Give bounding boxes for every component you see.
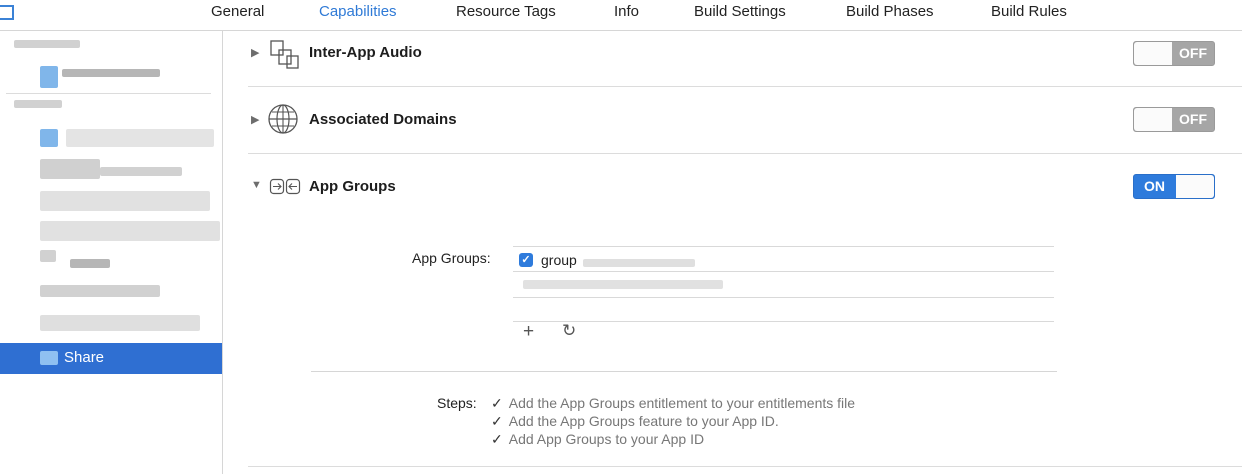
step-text: Add App Groups to your App ID	[508, 431, 705, 447]
list-border	[513, 246, 1054, 247]
tab-bar: General Capabilities Resource Tags Info …	[0, 0, 1242, 31]
capability-title: Associated Domains	[309, 111, 457, 128]
capabilities-pane: ▶ Inter-App Audio OFF ▶ Associated Domai…	[223, 31, 1242, 474]
list-row-divider	[513, 271, 1054, 272]
tab-capabilities[interactable]: Capabilities	[319, 3, 397, 20]
capability-title: Inter-App Audio	[309, 44, 422, 61]
app-groups-icon	[269, 178, 301, 195]
checkmark-icon: ✓	[491, 413, 503, 429]
tab-build-phases[interactable]: Build Phases	[846, 3, 934, 20]
steps-label: Steps:	[437, 395, 477, 411]
list-bottom-border	[513, 321, 1054, 322]
refresh-icon[interactable]: ↻	[562, 321, 576, 341]
row-divider	[248, 466, 1242, 467]
tab-build-settings[interactable]: Build Settings	[694, 3, 786, 20]
inter-app-audio-icon	[270, 40, 299, 69]
plus-icon[interactable]: +	[523, 321, 534, 343]
step-item: ✓ Add the App Groups entitlement to your …	[491, 395, 855, 412]
disclosure-expanded-icon[interactable]: ▼	[251, 179, 262, 191]
checkmark-icon: ✓	[491, 431, 503, 447]
obscured-group-identifier	[523, 280, 723, 289]
checkmark-icon: ✓	[491, 395, 503, 411]
tab-general[interactable]: General	[211, 3, 264, 20]
globe-icon	[268, 104, 298, 134]
capability-title: App Groups	[309, 178, 396, 195]
sidebar-toggle-icon[interactable]	[0, 5, 14, 20]
switch-label: OFF	[1179, 45, 1207, 61]
step-item: ✓ Add the App Groups feature to your App …	[491, 413, 779, 430]
associated-domains-switch[interactable]: OFF	[1133, 107, 1215, 132]
row-divider	[248, 153, 1242, 154]
sidebar-item-share[interactable]: Share	[0, 343, 222, 374]
sidebar-divider	[6, 93, 211, 94]
switch-label: OFF	[1179, 111, 1207, 127]
step-text: Add the App Groups entitlement to your e…	[508, 395, 856, 411]
tab-resource-tags[interactable]: Resource Tags	[456, 3, 556, 20]
targets-sidebar: Share	[0, 31, 223, 474]
sidebar-item-label: Share	[64, 349, 105, 366]
app-groups-switch[interactable]: ON	[1133, 174, 1215, 199]
extension-target-icon	[40, 351, 58, 365]
row-divider	[248, 86, 1242, 87]
disclosure-collapsed-icon[interactable]: ▶	[251, 46, 259, 59]
step-item: ✓ Add App Groups to your App ID	[491, 431, 704, 448]
steps-divider	[311, 371, 1057, 372]
tab-build-rules[interactable]: Build Rules	[991, 3, 1067, 20]
switch-label: ON	[1144, 178, 1165, 194]
tab-info[interactable]: Info	[614, 3, 639, 20]
app-group-identifier: group	[541, 252, 577, 268]
app-groups-field-label: App Groups:	[412, 250, 491, 266]
list-row-divider	[513, 297, 1054, 298]
obscured-group-suffix	[583, 259, 695, 267]
step-text: Add the App Groups feature to your App I…	[508, 413, 779, 429]
app-group-checkbox[interactable]: ✓	[519, 253, 533, 267]
inter-app-audio-switch[interactable]: OFF	[1133, 41, 1215, 66]
disclosure-collapsed-icon[interactable]: ▶	[251, 113, 259, 126]
